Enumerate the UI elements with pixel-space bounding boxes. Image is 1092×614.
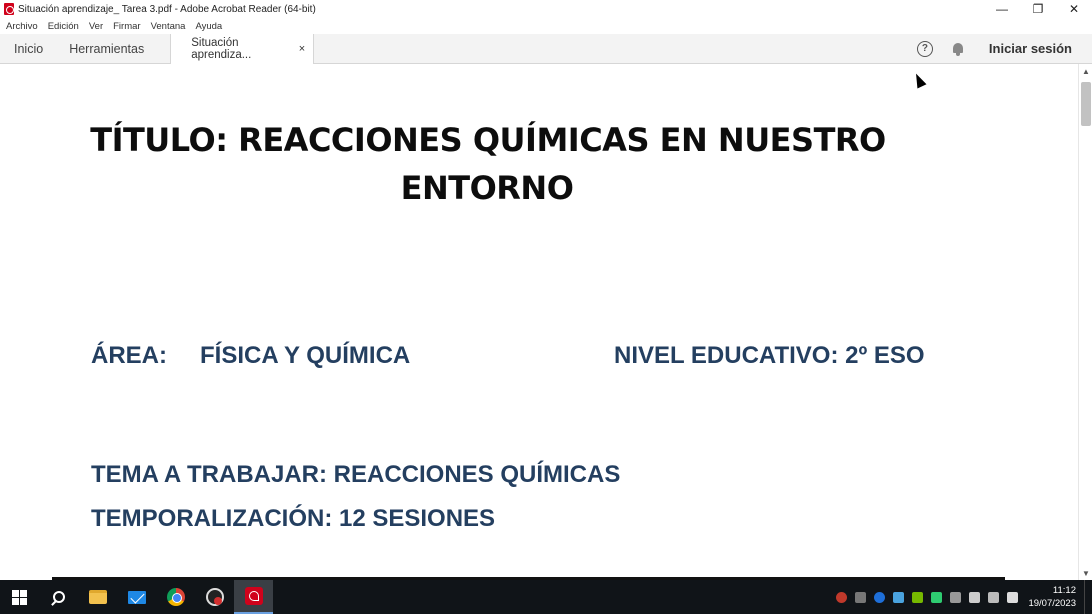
nvidia-icon[interactable] [912, 591, 924, 603]
scroll-thumb[interactable] [1081, 82, 1091, 126]
bluetooth-icon[interactable] [874, 591, 886, 603]
window-title: Situación aprendizaje_ Tarea 3.pdf - Ado… [18, 3, 316, 15]
tray-app-icon-2[interactable] [893, 591, 905, 603]
taskbar-chrome[interactable] [156, 580, 195, 614]
tray-app-icon-3[interactable] [931, 591, 943, 603]
nivel-educativo: NIVEL EDUCATIVO: 2º ESO [614, 342, 925, 369]
chrome-icon [166, 588, 185, 606]
menu-ver[interactable]: Ver [89, 21, 103, 32]
obs-icon [205, 588, 224, 606]
search-icon [52, 591, 65, 603]
show-desktop-button[interactable] [1084, 580, 1092, 614]
menu-firmar[interactable]: Firmar [113, 21, 140, 32]
mail-icon [127, 590, 146, 604]
taskbar-acrobat[interactable] [234, 580, 273, 614]
restore-button[interactable]: ❐ [1020, 0, 1056, 18]
taskbar: 11:12 19/07/2023 [0, 580, 1092, 614]
taskbar-mail[interactable] [117, 580, 156, 614]
tab-document[interactable]: Situación aprendiza... × [170, 34, 315, 64]
system-tray: 11:12 19/07/2023 [832, 580, 1092, 614]
tab-inicio[interactable]: Inicio [0, 34, 59, 63]
area-label: ÁREA: [91, 342, 167, 369]
document-title-line1: TÍTULO: REACCIONES QUÍMICAS EN NUESTRO [90, 121, 886, 159]
area-value: FÍSICA Y QUÍMICA [200, 342, 411, 369]
menu-archivo[interactable]: Archivo [6, 21, 38, 32]
folder-icon [88, 590, 107, 604]
volume-icon[interactable] [1007, 591, 1019, 603]
menu-bar: Archivo Edición Ver Firmar Ventana Ayuda [0, 18, 1092, 34]
minimize-button[interactable]: — [984, 0, 1020, 18]
tema-a-trabajar: TEMA A TRABAJAR: REACCIONES QUÍMICAS [91, 461, 621, 488]
start-button[interactable] [0, 580, 39, 614]
bell-icon[interactable] [951, 42, 965, 56]
scroll-up-icon[interactable]: ▲ [1079, 64, 1092, 78]
scroll-down-icon[interactable]: ▼ [1079, 566, 1092, 580]
close-window-button[interactable]: ✕ [1056, 0, 1092, 18]
acrobat-app-icon [4, 3, 14, 15]
temporalizacion: TEMPORALIZACIÓN: 12 SESIONES [91, 505, 496, 532]
acrobat-icon [244, 587, 263, 605]
tray-app-icon[interactable] [855, 591, 867, 603]
tab-herramientas[interactable]: Herramientas [59, 34, 170, 63]
document-title: TÍTULO: REACCIONES QUÍMICAS EN NUESTRO E… [60, 116, 916, 212]
menu-ventana[interactable]: Ventana [151, 21, 186, 32]
taskbar-file-explorer[interactable] [78, 580, 117, 614]
tab-document-label: Situación aprendiza... [191, 37, 252, 61]
document-title-line2: ENTORNO [400, 169, 574, 207]
wifi-icon[interactable] [988, 591, 1000, 603]
document-view[interactable]: TÍTULO: REACCIONES QUÍMICAS EN NUESTRO E… [0, 64, 1078, 580]
menu-edicion[interactable]: Edición [48, 21, 79, 32]
taskbar-obs[interactable] [195, 580, 234, 614]
signin-button[interactable]: Iniciar sesión [989, 41, 1072, 56]
windows-logo-icon [12, 589, 27, 605]
clock-time: 11:12 [1052, 585, 1076, 596]
tab-close-icon[interactable]: × [299, 43, 305, 55]
window-controls: — ❐ ✕ [984, 0, 1092, 18]
search-button[interactable] [39, 580, 78, 614]
security-icon[interactable] [950, 591, 962, 603]
clock-date: 19/07/2023 [1028, 598, 1076, 609]
taskbar-clock[interactable]: 11:12 19/07/2023 [1028, 584, 1076, 610]
tab-bar-actions: ? Iniciar sesión [916, 34, 1092, 63]
tab-bar: Inicio Herramientas Situación aprendiza.… [0, 34, 1092, 64]
help-icon[interactable]: ? [916, 40, 933, 57]
battery-icon[interactable] [969, 591, 981, 603]
window-titlebar: Situación aprendizaje_ Tarea 3.pdf - Ado… [0, 0, 1092, 18]
vertical-scrollbar[interactable]: ▲ ▼ [1078, 64, 1092, 580]
obs-tray-icon[interactable] [836, 591, 848, 603]
menu-ayuda[interactable]: Ayuda [195, 21, 222, 32]
